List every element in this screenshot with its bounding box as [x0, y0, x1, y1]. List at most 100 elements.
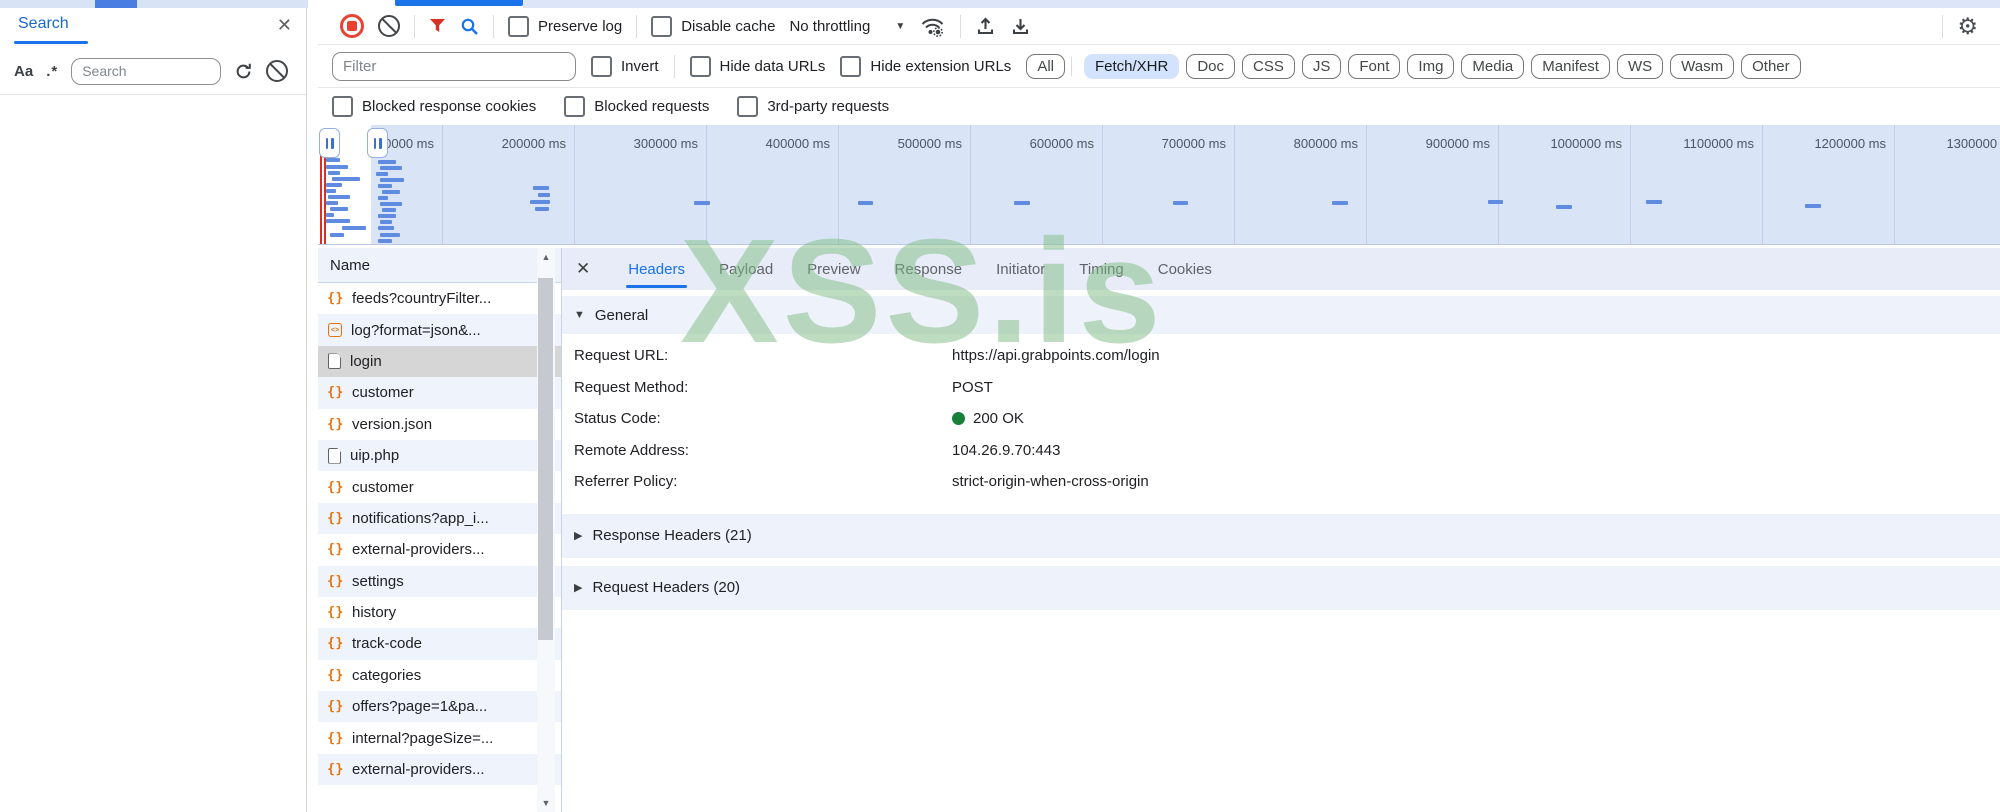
- request-row[interactable]: track-code: [318, 628, 561, 660]
- search-input[interactable]: [71, 57, 222, 85]
- filter-input[interactable]: [332, 51, 576, 81]
- regex-button[interactable]: .*: [46, 63, 58, 80]
- clear-search-icon[interactable]: [266, 60, 289, 82]
- detail-tab[interactable]: Initiator: [996, 248, 1045, 290]
- refresh-icon[interactable]: [234, 62, 253, 81]
- request-row[interactable]: version.json: [318, 409, 561, 440]
- request-row[interactable]: notifications?app_i...: [318, 502, 561, 535]
- scroll-down-icon[interactable]: ▼: [537, 794, 555, 812]
- request-row[interactable]: offers?page=1&pa...: [318, 691, 561, 723]
- waterfall-bar: [380, 166, 402, 170]
- filter-pill-label: Media: [1472, 57, 1514, 75]
- request-row[interactable]: external-providers...: [318, 534, 561, 565]
- close-details-icon[interactable]: ✕: [576, 259, 590, 279]
- filter-pill[interactable]: WS: [1616, 53, 1664, 79]
- timeline-tick-label: 300000 ms: [633, 136, 698, 151]
- filter-pill[interactable]: Font: [1348, 53, 1401, 79]
- import-har-icon[interactable]: [975, 16, 996, 36]
- filter-pill[interactable]: Other: [1741, 53, 1801, 79]
- invert-checkbox[interactable]: [591, 55, 612, 77]
- close-icon[interactable]: ✕: [277, 15, 292, 36]
- blocked-requests-checkbox[interactable]: [564, 96, 586, 117]
- detail-tab[interactable]: Preview: [807, 248, 860, 290]
- request-row[interactable]: customer: [318, 377, 561, 409]
- invert-toggle[interactable]: Invert: [591, 55, 659, 77]
- detail-tab[interactable]: Payload: [719, 248, 773, 290]
- hide-data-urls-label: Hide data URLs: [719, 57, 826, 75]
- blocked-response-cookies-toggle[interactable]: Blocked response cookies: [332, 96, 536, 117]
- filter-pill[interactable]: JS: [1301, 53, 1342, 79]
- filter-pill-label: Other: [1752, 57, 1790, 75]
- export-har-icon[interactable]: [1010, 16, 1031, 36]
- record-network-log-button[interactable]: [340, 14, 364, 38]
- preserve-log-toggle[interactable]: Preserve log: [508, 15, 622, 37]
- filter-funnel-icon[interactable]: [429, 18, 446, 34]
- filter-pill[interactable]: Img: [1407, 53, 1455, 79]
- gear-icon[interactable]: ⚙: [1957, 14, 1978, 38]
- general-row: Status Code: 200 OK: [574, 403, 2000, 435]
- load-event-marker: [320, 152, 322, 244]
- timeline-right-handle[interactable]: [367, 128, 388, 158]
- request-row[interactable]: customer: [318, 471, 561, 502]
- request-row[interactable]: settings: [318, 565, 561, 597]
- scrollbar-thumb[interactable]: [538, 278, 553, 640]
- filter-pill[interactable]: Fetch/XHR: [1083, 53, 1180, 79]
- disable-cache-toggle[interactable]: Disable cache: [651, 15, 775, 37]
- request-type-icon: [328, 291, 343, 307]
- request-row[interactable]: feeds?countryFilter...: [318, 283, 561, 314]
- waterfall-bar: [380, 178, 404, 182]
- general-row: Request URL: https://api.grabpoints.com/…: [574, 340, 2000, 372]
- headers-section-toggle[interactable]: Request Headers (20): [562, 565, 2000, 610]
- third-party-requests-checkbox[interactable]: [737, 96, 759, 117]
- waterfall-bar: [330, 207, 348, 211]
- filter-pill[interactable]: CSS: [1242, 53, 1295, 79]
- filter-pill[interactable]: Wasm: [1670, 53, 1735, 79]
- timeline-tick-label: 1000000 ms: [1550, 136, 1622, 151]
- top-strip-segment: [523, 0, 2000, 8]
- network-filter-bar: Invert Hide data URLs Hide extension URL…: [318, 45, 2000, 88]
- detail-tab-label: Initiator: [996, 260, 1046, 278]
- filter-pill[interactable]: Media: [1461, 53, 1525, 79]
- waterfall-bar: [1805, 204, 1821, 208]
- request-row[interactable]: uip.php: [318, 439, 561, 472]
- clear-network-log-icon[interactable]: [378, 15, 400, 37]
- headers-section-toggle[interactable]: Response Headers (21): [562, 513, 2000, 558]
- request-row[interactable]: login: [318, 345, 561, 378]
- hide-data-urls-checkbox[interactable]: [689, 55, 711, 77]
- request-row[interactable]: internal?pageSize=...: [318, 722, 561, 753]
- detail-tab[interactable]: Headers: [626, 248, 687, 290]
- hide-extension-urls-checkbox[interactable]: [840, 55, 862, 77]
- request-row[interactable]: external-providers...: [318, 753, 561, 786]
- overview-canvas[interactable]: 00000 ms 200000 ms 300000 ms 400000 ms 50000…: [318, 125, 2000, 245]
- third-party-requests-toggle[interactable]: 3rd-party requests: [737, 96, 889, 117]
- hide-data-urls-toggle[interactable]: Hide data URLs: [689, 55, 826, 77]
- general-value-text: 200 OK: [973, 410, 1024, 428]
- throttling-dropdown[interactable]: No throttling ▼: [789, 18, 905, 35]
- scroll-up-icon[interactable]: ▲: [537, 248, 555, 266]
- request-row[interactable]: log?format=json&...: [318, 314, 561, 346]
- filter-pill[interactable]: Manifest: [1531, 53, 1610, 79]
- hide-extension-urls-toggle[interactable]: Hide extension URLs: [840, 55, 1011, 77]
- network-conditions-icon[interactable]: [919, 16, 946, 37]
- request-name: internal?pageSize=...: [352, 729, 494, 747]
- match-case-button[interactable]: Aa: [14, 63, 33, 80]
- blocked-response-cookies-checkbox[interactable]: [332, 96, 353, 117]
- timeline-tick-label: 900000 ms: [1425, 136, 1490, 151]
- request-row[interactable]: history: [318, 597, 561, 628]
- filter-pill[interactable]: All: [1026, 53, 1072, 79]
- waterfall-bar: [378, 214, 396, 218]
- name-column-header[interactable]: Name: [318, 248, 561, 283]
- detail-tab[interactable]: Cookies: [1158, 248, 1212, 290]
- blocked-requests-toggle[interactable]: Blocked requests: [564, 96, 709, 117]
- request-name: feeds?countryFilter...: [352, 290, 492, 308]
- general-section-header[interactable]: ▼ General: [562, 296, 2000, 334]
- requests-scrollbar[interactable]: ▲ ▼: [537, 248, 555, 812]
- detail-tab[interactable]: Timing: [1079, 248, 1123, 290]
- disable-cache-checkbox[interactable]: [651, 15, 673, 37]
- timeline-left-handle[interactable]: [319, 128, 340, 158]
- filter-pill[interactable]: Doc: [1186, 53, 1236, 79]
- search-icon[interactable]: [460, 17, 479, 36]
- request-row[interactable]: categories: [318, 660, 561, 691]
- detail-tab[interactable]: Response: [895, 248, 963, 290]
- preserve-log-checkbox[interactable]: [508, 15, 529, 37]
